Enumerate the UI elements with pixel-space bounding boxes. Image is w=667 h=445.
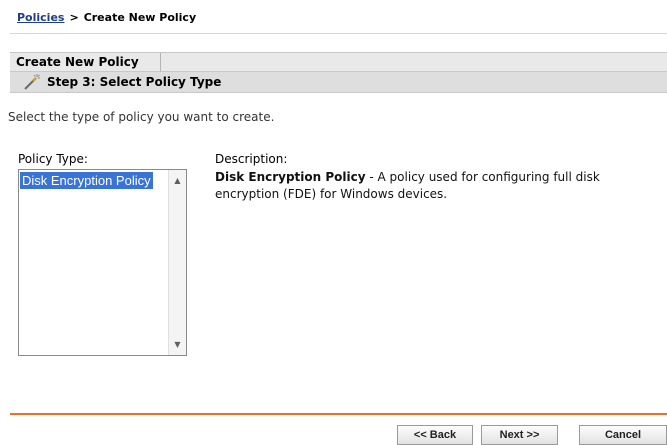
cancel-button[interactable]: Cancel (579, 425, 667, 445)
next-button[interactable]: Next >> (481, 425, 558, 445)
breadcrumb: Policies > Create New Policy (17, 11, 196, 24)
listbox-scrollbar[interactable]: ▲ ▼ (168, 170, 186, 355)
breadcrumb-current: Create New Policy (83, 11, 197, 24)
top-divider (10, 33, 667, 34)
back-button[interactable]: << Back (397, 425, 473, 445)
policy-type-listbox[interactable]: Disk Encryption Policy ▲ ▼ (18, 169, 187, 356)
footer-divider (10, 413, 667, 415)
step-bar: Step 3: Select Policy Type (10, 71, 667, 93)
header-bar: Create New Policy (10, 52, 667, 72)
description-text: Disk Encryption Policy - A policy used f… (215, 169, 645, 203)
breadcrumb-separator: > (69, 11, 79, 24)
scroll-up-arrow-icon[interactable]: ▲ (169, 172, 186, 189)
policy-type-option-disk-encryption[interactable]: Disk Encryption Policy (20, 172, 153, 189)
description-title: Disk Encryption Policy (215, 170, 366, 184)
instruction-text: Select the type of policy you want to cr… (8, 110, 275, 124)
breadcrumb-policies-link[interactable]: Policies (17, 11, 64, 24)
policy-type-label: Policy Type: (18, 152, 88, 166)
description-label: Description: (215, 152, 288, 166)
wand-icon (24, 74, 40, 90)
scroll-down-arrow-icon[interactable]: ▼ (169, 336, 186, 353)
tab-create-new-policy: Create New Policy (10, 53, 161, 71)
step-title: Step 3: Select Policy Type (47, 75, 222, 89)
